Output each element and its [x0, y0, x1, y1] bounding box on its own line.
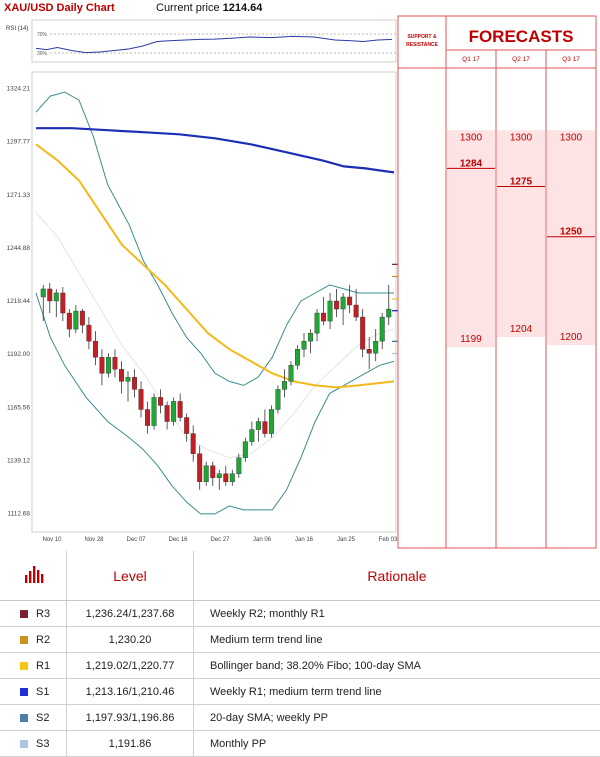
level-swatch — [20, 636, 28, 644]
table-row: R3 1,236.24/1,237.68 Weekly R2; monthly … — [0, 601, 600, 627]
forecast-high: 1300 — [510, 132, 533, 143]
forecast-quarter-label: Q3 17 — [562, 56, 580, 63]
level-rationale: Weekly R1; medium term trend line — [194, 679, 600, 705]
chart-title: XAU/USD Daily Chart — [4, 2, 115, 14]
level-id-cell: S3 — [0, 731, 67, 757]
level-id: R3 — [36, 608, 50, 620]
level-rationale: Weekly R2; monthly R1 — [194, 601, 600, 627]
level-id: S2 — [36, 712, 49, 724]
level-rationale: 20-day SMA; weekly PP — [194, 705, 600, 731]
level-column-header: Level — [67, 551, 194, 601]
level-value: 1,219.02/1,220.77 — [67, 653, 194, 679]
x-tick-label: Dec 16 — [168, 537, 188, 543]
x-tick-label: Nov 10 — [42, 537, 62, 543]
x-tick-label: Dec 27 — [210, 537, 230, 543]
x-tick-label: Feb 03 — [379, 537, 398, 543]
current-price: Current price 1214.64 — [156, 2, 262, 14]
forecast-high: 1300 — [560, 132, 583, 143]
level-swatch — [20, 740, 28, 748]
y-tick-label: 1244.88 — [7, 245, 31, 252]
forecast-mid: 1284 — [460, 158, 483, 169]
forecast-mid: 1275 — [510, 176, 533, 187]
level-id-cell: R3 — [0, 601, 67, 627]
level-value: 1,191.86 — [67, 731, 194, 757]
level-id-cell: S2 — [0, 705, 67, 731]
current-price-label: Current price — [156, 2, 220, 14]
level-id-cell: S1 — [0, 679, 67, 705]
forecast-range — [497, 130, 545, 337]
forecast-quarter-label: Q1 17 — [462, 56, 480, 63]
level-swatch — [20, 610, 28, 618]
level-swatch — [20, 662, 28, 670]
candle — [152, 393, 157, 429]
level-value: 1,230.20 — [67, 627, 194, 653]
level-id: S3 — [36, 738, 49, 750]
y-tick-label: 1324.21 — [7, 86, 31, 93]
level-id: R2 — [36, 634, 50, 646]
x-tick-label: Jan 16 — [295, 537, 314, 543]
table-row: R1 1,219.02/1,220.77 Bollinger band; 38.… — [0, 653, 600, 679]
forecast-mid: 1250 — [560, 227, 583, 238]
y-tick-label: 1139.12 — [7, 457, 30, 464]
levels-table-container: Level Rationale R3 1,236.24/1,237.68 Wee… — [0, 551, 600, 757]
bar-chart-icon — [0, 551, 66, 597]
y-tick-label: 1165.56 — [7, 404, 30, 411]
level-id: S1 — [36, 686, 49, 698]
candle — [276, 385, 281, 413]
forecast-low: 1204 — [510, 324, 533, 335]
level-rationale: Medium term trend line — [194, 627, 600, 653]
chart-canvas: RSI (14) 70% 30% 1324.21 1297.77 1271.33 12… — [0, 0, 600, 550]
levels-table-header: Level Rationale — [0, 551, 600, 601]
forecast-high: 1300 — [460, 132, 483, 143]
sr-label-line2: RESISTANCE — [406, 42, 439, 48]
rationale-column-header: Rationale — [194, 551, 600, 601]
y-tick-label: 1192.00 — [7, 351, 30, 358]
forecast-low: 1200 — [560, 332, 583, 343]
current-price-value: 1214.64 — [223, 2, 263, 14]
level-id-cell: R2 — [0, 627, 67, 653]
sr-label-line1: SUPPORT & — [407, 34, 437, 40]
y-tick-label: 1297.77 — [7, 139, 31, 146]
sr-column — [398, 16, 446, 548]
y-tick-label: 1112.68 — [7, 511, 30, 518]
level-rationale: Bollinger band; 38.20% Fibo; 100-day SMA — [194, 653, 600, 679]
rsi-panel — [32, 20, 396, 62]
table-row: S1 1,213.16/1,210.46 Weekly R1; medium t… — [0, 679, 600, 705]
table-row: R2 1,230.20 Medium term trend line — [0, 627, 600, 653]
candle — [171, 397, 176, 425]
table-row: S3 1,191.86 Monthly PP — [0, 731, 600, 757]
level-swatch — [20, 714, 28, 722]
level-id-cell: R1 — [0, 653, 67, 679]
rsi-label: RSI (14) — [6, 26, 28, 32]
x-tick-label: Jan 06 — [253, 537, 272, 543]
rsi-lower-label: 30% — [37, 51, 48, 57]
level-id: R1 — [36, 660, 50, 672]
y-tick-label: 1271.33 — [7, 192, 31, 199]
level-value: 1,236.24/1,237.68 — [67, 601, 194, 627]
forecast-title: FORECASTS — [469, 27, 574, 46]
level-value: 1,197.93/1,196.86 — [67, 705, 194, 731]
x-tick-label: Dec 07 — [126, 537, 146, 543]
forecast-low: 1199 — [460, 334, 482, 345]
rsi-upper-label: 70% — [37, 32, 48, 38]
bar-chart-icon-cell — [0, 551, 67, 601]
x-tick-label: Nov 28 — [84, 537, 104, 543]
forecast-quarter-label: Q2 17 — [512, 56, 530, 63]
table-row: S2 1,197.93/1,196.86 20-day SMA; weekly … — [0, 705, 600, 731]
level-value: 1,213.16/1,210.46 — [67, 679, 194, 705]
level-rationale: Monthly PP — [194, 731, 600, 757]
candle — [269, 405, 274, 437]
level-swatch — [20, 688, 28, 696]
x-tick-label: Jan 25 — [337, 537, 356, 543]
levels-table: Level Rationale R3 1,236.24/1,237.68 Wee… — [0, 551, 600, 757]
y-tick-label: 1218.44 — [7, 298, 31, 305]
